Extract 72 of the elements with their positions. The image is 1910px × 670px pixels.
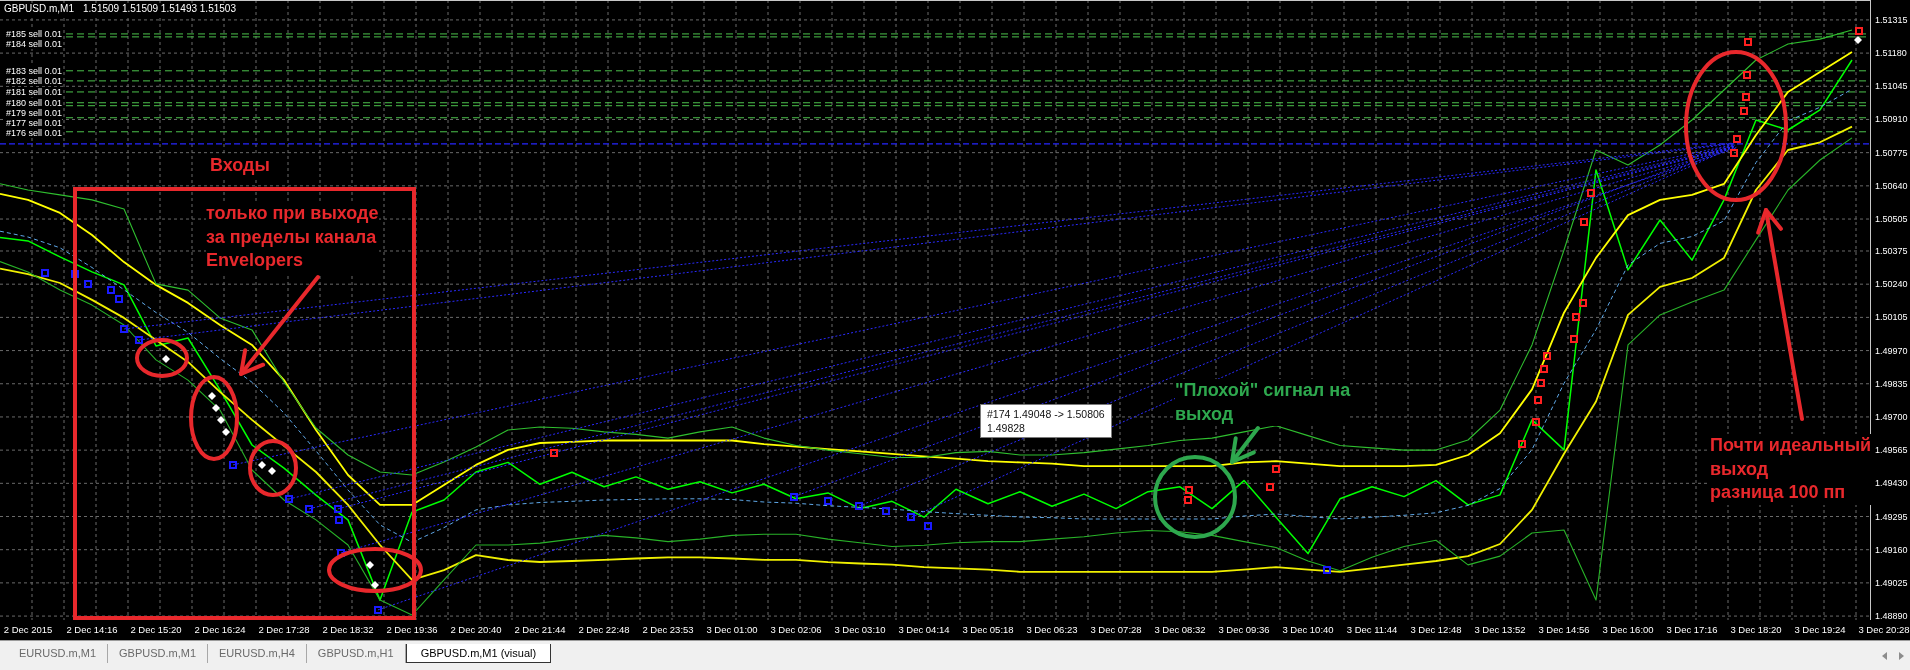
chart-tab[interactable]: EURUSD.m,H4: [208, 644, 307, 663]
time-label: 3 Dec 16:00: [1602, 624, 1654, 636]
time-label: 2 Dec 22:48: [578, 624, 630, 636]
time-label: 3 Dec 02:06: [770, 624, 822, 636]
price-label: 1.50505: [1875, 214, 1908, 225]
time-label: 3 Dec 09:36: [1218, 624, 1270, 636]
annotation-text: Входы: [210, 154, 270, 178]
annotation-text: только при выходе за пределы канала Envelopers: [206, 202, 379, 273]
time-label: 2 Dec 23:53: [642, 624, 694, 636]
time-label: 3 Dec 07:28: [1090, 624, 1142, 636]
chart-tab[interactable]: GBPUSD.m,M1 (visual): [405, 644, 552, 663]
price-label: 1.50910: [1875, 114, 1908, 125]
time-label: 3 Dec 12:48: [1410, 624, 1462, 636]
time-label: 2 Dec 18:32: [322, 624, 374, 636]
order-label: #179 sell 0.01: [6, 107, 63, 118]
time-label: 3 Dec 01:00: [706, 624, 758, 636]
chart-tab[interactable]: GBPUSD.m,M1: [108, 644, 209, 663]
price-label: 1.51180: [1875, 48, 1907, 59]
chart-symbol: GBPUSD.m,M1: [4, 3, 74, 15]
time-label: 2 Dec 20:40: [450, 624, 502, 636]
scroll-left-icon[interactable]: [1882, 652, 1887, 660]
time-label: 3 Dec 10:40: [1282, 624, 1334, 636]
time-label: 2 Dec 16:24: [194, 624, 246, 636]
time-label: 3 Dec 05:18: [962, 624, 1014, 636]
time-label: 2 Dec 19:36: [386, 624, 438, 636]
price-label: 1.50105: [1875, 312, 1908, 323]
time-label: 3 Dec 14:56: [1538, 624, 1590, 636]
scroll-right-icon[interactable]: [1899, 652, 1904, 660]
price-label: 1.50775: [1875, 147, 1908, 158]
price-label: 1.49970: [1875, 345, 1908, 356]
price-label: 1.48890: [1875, 611, 1908, 622]
time-label: 3 Dec 08:32: [1154, 624, 1206, 636]
chart-tab[interactable]: GBPUSD.m,H1: [306, 644, 406, 663]
time-label: 3 Dec 11:44: [1346, 624, 1398, 636]
price-label: 1.49295: [1875, 511, 1908, 522]
time-label: 3 Dec 18:20: [1730, 624, 1782, 636]
order-label: #176 sell 0.01: [6, 127, 63, 138]
price-label: 1.51045: [1875, 81, 1908, 92]
time-label: 3 Dec 06:23: [1026, 624, 1078, 636]
price-label: 1.49160: [1875, 544, 1908, 555]
order-label: #185 sell 0.01: [6, 28, 63, 39]
time-label: 3 Dec 04:14: [898, 624, 950, 636]
chart-tab[interactable]: EURUSD.m,M1: [8, 644, 108, 663]
annotation-text: Почти идеальный выход разница 100 пп: [1710, 434, 1872, 505]
order-label: #183 sell 0.01: [6, 65, 63, 76]
time-label: 3 Dec 20:28: [1858, 624, 1910, 636]
tooltip: #174 1.49048 -> 1.50806 1.49828: [980, 404, 1112, 438]
time-label: 3 Dec 13:52: [1474, 624, 1526, 636]
time-label: 3 Dec 03:10: [834, 624, 886, 636]
ohlc-values: 1.51509 1.51509 1.51493 1.51503: [83, 3, 236, 15]
price-label: 1.50640: [1875, 180, 1908, 191]
time-label: 3 Dec 17:16: [1666, 624, 1718, 636]
price-label: 1.49700: [1875, 411, 1908, 422]
time-label: 2 Dec 17:28: [258, 624, 310, 636]
time-label: 2 Dec 21:44: [514, 624, 566, 636]
price-label: 1.49430: [1875, 478, 1908, 489]
time-label: 3 Dec 19:24: [1794, 624, 1846, 636]
time-label: 2 Dec 14:16: [66, 624, 118, 636]
order-label: #182 sell 0.01: [6, 75, 63, 86]
time-label: 2 Dec 15:20: [130, 624, 182, 636]
price-label: 1.49565: [1875, 445, 1908, 456]
order-label: #180 sell 0.01: [6, 97, 63, 108]
price-label: 1.49835: [1875, 378, 1908, 389]
annotation-text: "Плохой" сигнал на выход: [1175, 379, 1351, 426]
price-label: 1.51315: [1875, 14, 1908, 25]
order-label: #184 sell 0.01: [6, 38, 63, 49]
price-label: 1.49025: [1875, 577, 1908, 588]
price-label: 1.50240: [1875, 279, 1908, 290]
order-label: #181 sell 0.01: [6, 86, 63, 97]
price-label: 1.50375: [1875, 246, 1908, 256]
order-label: #177 sell 0.01: [6, 117, 63, 128]
time-label: 2 Dec 2015: [3, 624, 53, 636]
